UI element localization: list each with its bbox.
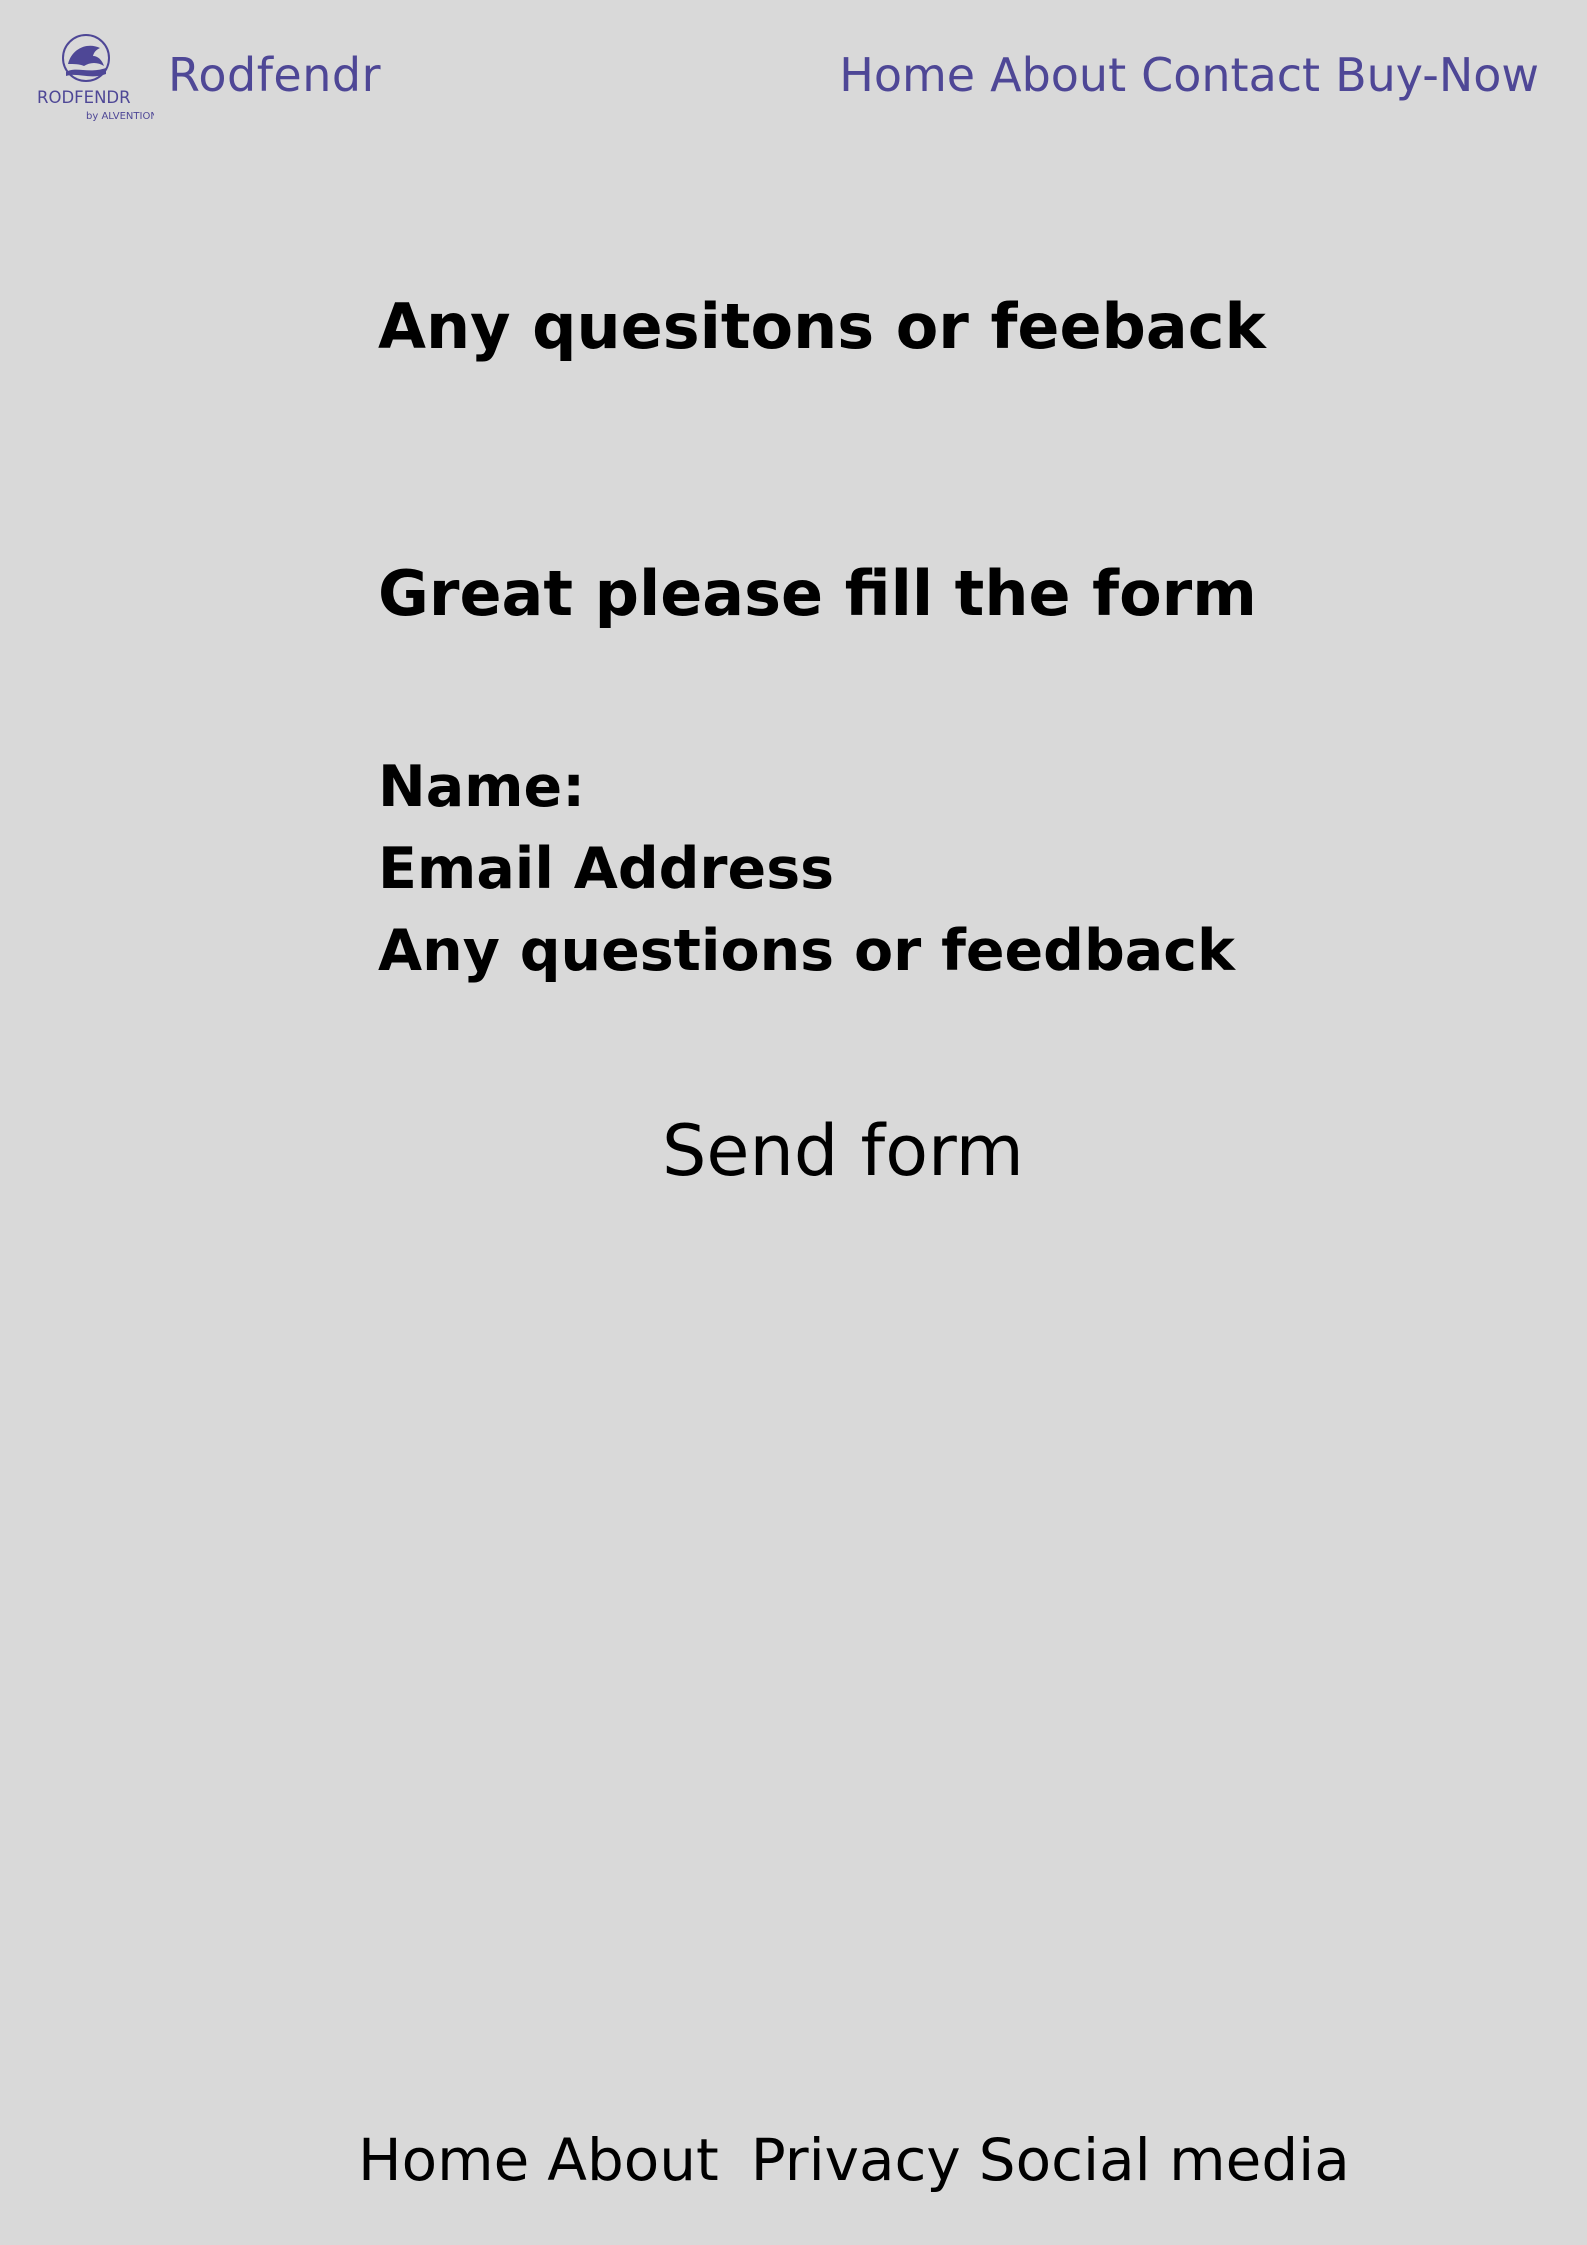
rodfendr-logo[interactable]: RODFENDR by ALVENTION bbox=[36, 34, 154, 126]
dolphin-logo-icon: RODFENDR by ALVENTION bbox=[37, 34, 154, 122]
form-intro-heading: Great please fill the form bbox=[378, 557, 1257, 630]
page-heading: Any quesitons or feeback bbox=[378, 290, 1266, 363]
footer-navigation: Home About Privacy Social media bbox=[358, 2126, 1350, 2194]
nav-home-link[interactable]: Home bbox=[839, 48, 975, 102]
nav-buy-now-link[interactable]: Buy-Now bbox=[1335, 48, 1539, 102]
footer-home-link[interactable]: Home bbox=[358, 2126, 529, 2194]
name-field[interactable]: Name: bbox=[378, 746, 1235, 828]
footer-privacy-link[interactable]: Privacy bbox=[751, 2126, 961, 2194]
logo-wordmark: RODFENDR bbox=[37, 88, 131, 107]
site-header: RODFENDR by ALVENTION Rodfendr Home Abou… bbox=[0, 0, 1587, 140]
nav-contact-link[interactable]: Contact bbox=[1141, 48, 1320, 102]
footer-social-media-link[interactable]: Social media bbox=[979, 2126, 1350, 2194]
nav-about-link[interactable]: About bbox=[990, 48, 1126, 102]
send-form-button[interactable]: Send form bbox=[662, 1110, 1024, 1192]
footer-about-link[interactable]: About bbox=[547, 2126, 718, 2194]
brand-name-link[interactable]: Rodfendr bbox=[168, 48, 381, 102]
feedback-field[interactable]: Any questions or feedback bbox=[378, 910, 1235, 992]
logo-subtext: by ALVENTION bbox=[86, 111, 154, 122]
form-fields: Name: Email Address Any questions or fee… bbox=[378, 746, 1235, 992]
email-field[interactable]: Email Address bbox=[378, 828, 1235, 910]
top-navigation: Home About Contact Buy-Now bbox=[839, 48, 1539, 102]
